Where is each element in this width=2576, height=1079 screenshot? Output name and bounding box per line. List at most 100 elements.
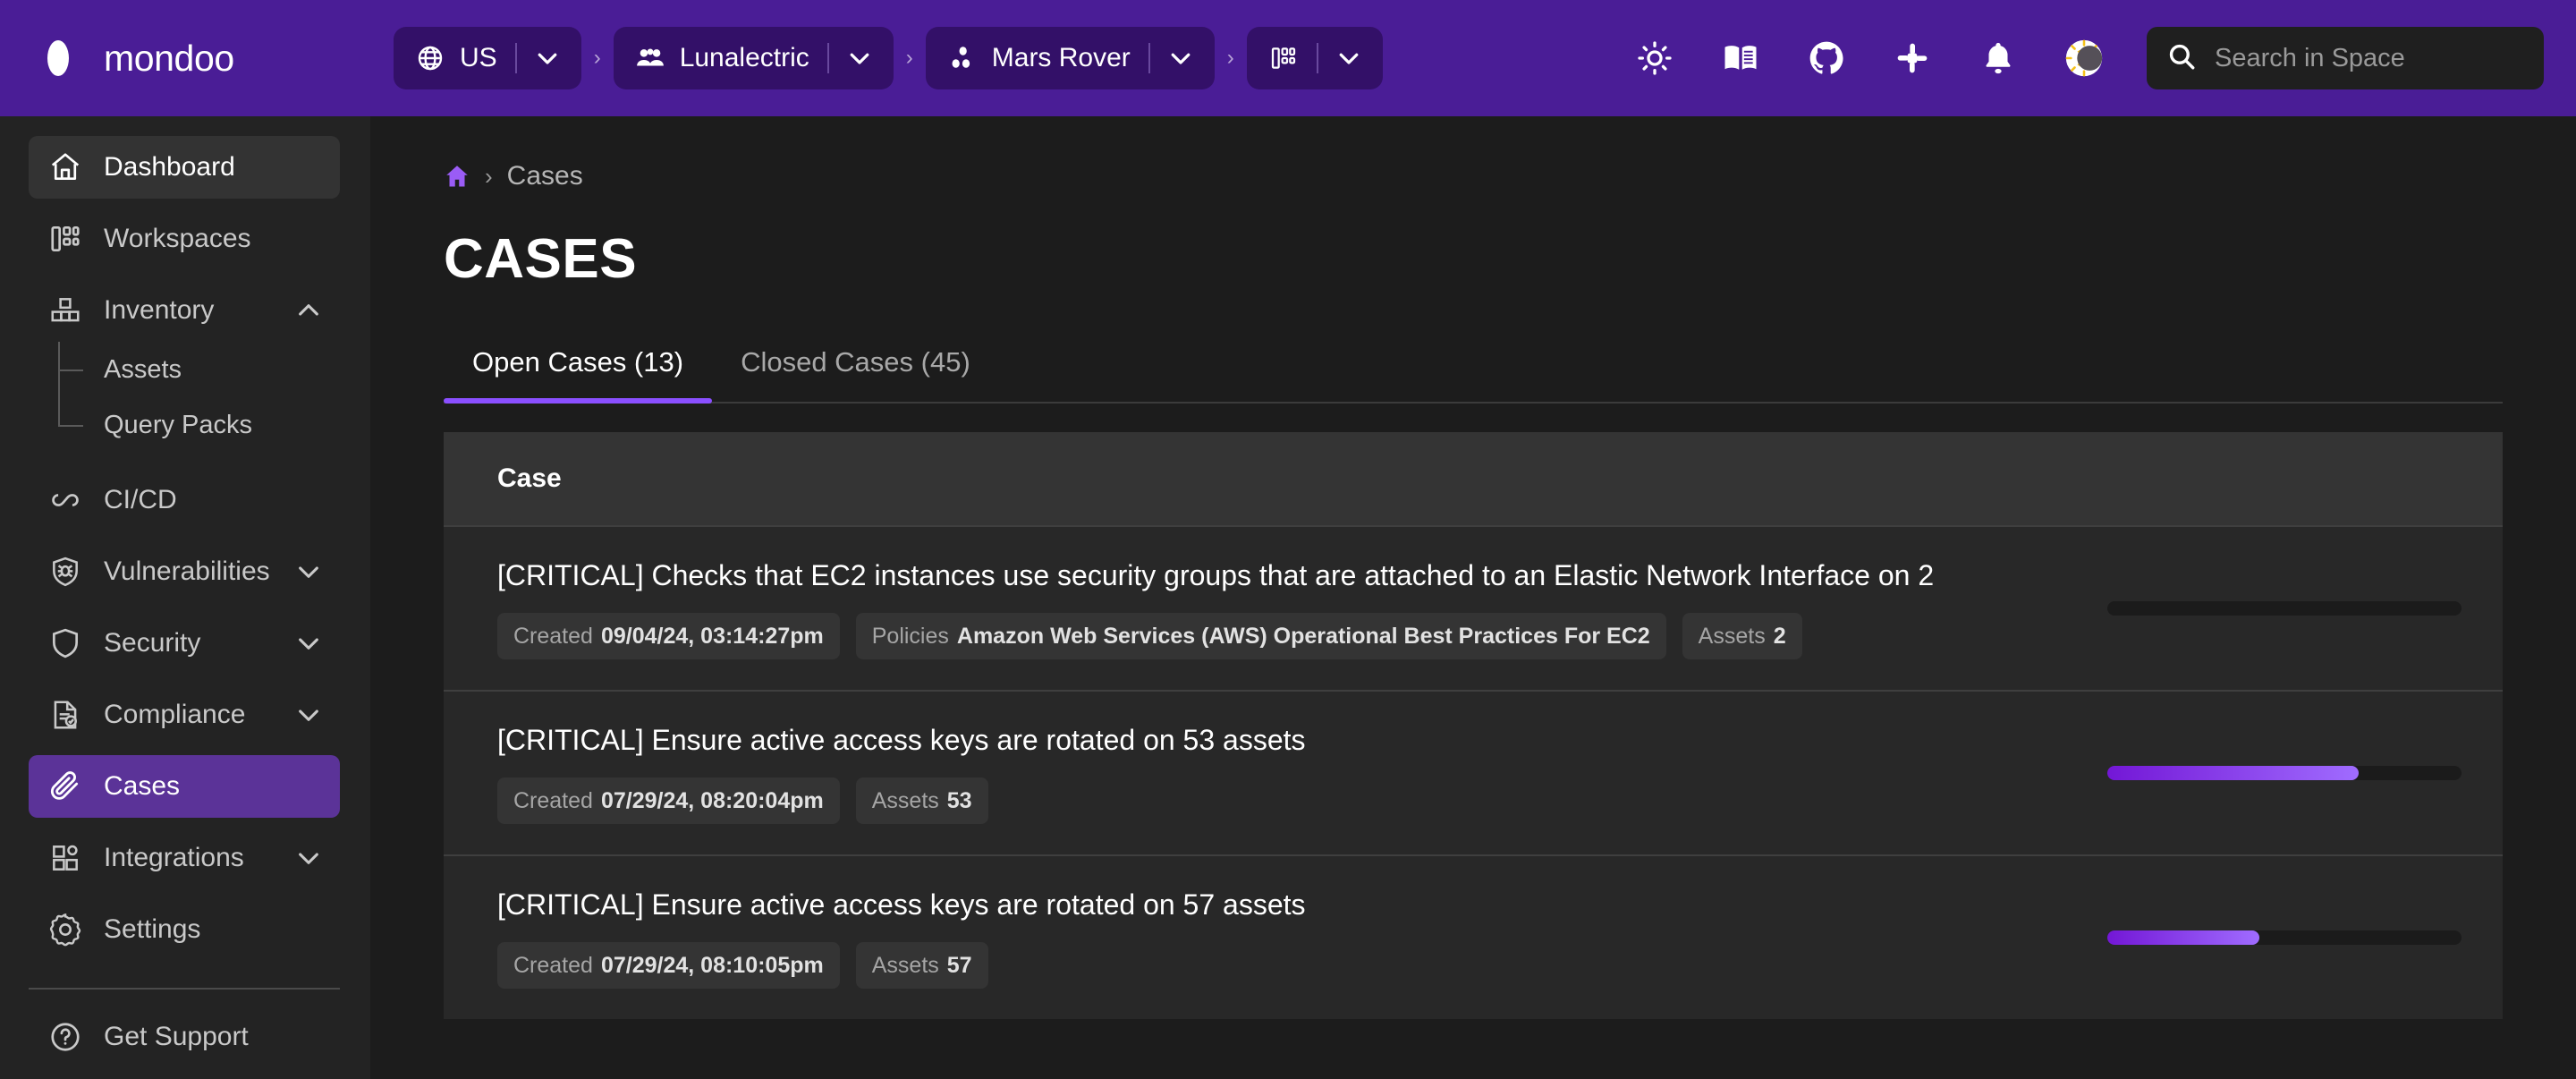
- sidebar-item-label: Cases: [104, 771, 181, 801]
- sidebar-item-assets[interactable]: Assets: [0, 342, 370, 397]
- table-row[interactable]: [CRITICAL] Checks that EC2 instances use…: [444, 525, 2503, 690]
- topbar-action-icons: [1635, 38, 2104, 78]
- sidebar-item-workspaces[interactable]: Workspaces: [29, 208, 340, 270]
- tab-closed-cases[interactable]: Closed Cases (45): [712, 346, 999, 402]
- chevron-down-icon[interactable]: [293, 843, 324, 873]
- table-row[interactable]: [CRITICAL] Ensure active access keys are…: [444, 854, 2503, 1019]
- tab-open-cases[interactable]: Open Cases (13): [444, 346, 713, 404]
- sidebar-item-security[interactable]: Security: [29, 612, 340, 675]
- globe-icon: [415, 43, 445, 73]
- sidebar-item-cases[interactable]: Cases: [29, 755, 340, 818]
- chip-key: Created: [513, 952, 593, 978]
- status-badge: Assets 2: [1682, 613, 1802, 659]
- sidebar-item-query-packs[interactable]: Query Packs: [0, 397, 370, 453]
- case-summary: [CRITICAL] Ensure active access keys are…: [497, 722, 2072, 824]
- top-navigation-bar: mondoo US › Lunalectric › Mars Rover › S…: [0, 0, 2576, 116]
- mondoo-logo-icon: [25, 38, 91, 78]
- sidebar-item-label: Inventory: [104, 295, 215, 325]
- inventory-blocks-icon: [47, 292, 84, 329]
- status-badge: Created 09/04/24, 03:14:27pm: [497, 613, 840, 659]
- column-header-case: Case: [497, 463, 562, 493]
- document-check-icon: [47, 696, 84, 734]
- case-metadata-chips: Created 07/29/24, 08:20:04pm Assets 53: [497, 777, 2072, 824]
- documentation-book-icon[interactable]: [1721, 38, 1760, 78]
- chip-value: 2: [1773, 623, 1786, 649]
- sidebar-item-compliance[interactable]: Compliance: [29, 684, 340, 746]
- help-circle-icon: [47, 1018, 84, 1056]
- case-metadata-chips: Created 09/04/24, 03:14:27pm Policies Am…: [497, 613, 2072, 659]
- case-title[interactable]: [CRITICAL] Ensure active access keys are…: [497, 722, 2072, 758]
- sidebar-item-settings[interactable]: Settings: [29, 898, 340, 961]
- case-metadata-chips: Created 07/29/24, 08:10:05pm Assets 57: [497, 942, 2072, 989]
- pill-divider: [826, 43, 829, 73]
- scope-pill-region-label: US: [460, 43, 497, 72]
- scope-pill-space-label: Mars Rover: [991, 43, 1131, 72]
- sidebar-item-label: Get Support: [104, 1022, 249, 1051]
- tree-line-branch: [58, 370, 83, 371]
- scope-pill-organization[interactable]: Lunalectric: [613, 27, 894, 89]
- scope-separator-1: ›: [593, 46, 601, 70]
- infinity-loop-icon: [47, 481, 84, 519]
- sidebar-subitem-label: Query Packs: [104, 410, 252, 439]
- case-summary: [CRITICAL] Ensure active access keys are…: [497, 887, 2072, 989]
- scope-pill-organization-label: Lunalectric: [679, 43, 809, 72]
- scope-pill-space[interactable]: Mars Rover: [925, 27, 1215, 89]
- status-badge: Created 07/29/24, 08:10:05pm: [497, 942, 840, 989]
- sidebar-item-cicd[interactable]: CI/CD: [29, 469, 340, 531]
- tree-line-branch: [58, 425, 83, 427]
- sidebar-item-inventory[interactable]: Inventory: [29, 279, 340, 342]
- breadcrumb-current[interactable]: Cases: [507, 161, 583, 191]
- github-icon[interactable]: [1807, 38, 1846, 78]
- chevron-down-icon[interactable]: [843, 42, 876, 74]
- search-icon: [2166, 41, 2197, 76]
- sidebar-subnav-inventory: Assets Query Packs: [0, 342, 370, 453]
- chevron-down-icon[interactable]: [293, 556, 324, 587]
- chevron-up-icon[interactable]: [293, 295, 324, 326]
- theme-toggle-sun-moon-icon[interactable]: [2064, 38, 2104, 78]
- progress-track: [2107, 930, 2462, 945]
- sun-brightness-icon[interactable]: [1635, 38, 1674, 78]
- chevron-down-icon[interactable]: [1165, 42, 1197, 74]
- chevron-down-icon[interactable]: [531, 42, 564, 74]
- case-tabs: Open Cases (13) Closed Cases (45): [444, 346, 2503, 404]
- sidebar-item-label: Vulnerabilities: [104, 556, 270, 586]
- home-filled-icon[interactable]: [444, 163, 470, 190]
- brand-name: mondoo: [104, 37, 234, 79]
- chevron-down-icon[interactable]: [293, 700, 324, 730]
- brand-logo-zone[interactable]: mondoo: [0, 0, 370, 116]
- sidebar-item-get-support[interactable]: Get Support: [29, 1006, 340, 1068]
- scope-pill-region[interactable]: US: [394, 27, 581, 89]
- sidebar-item-dashboard[interactable]: Dashboard: [29, 136, 340, 199]
- pill-divider: [1148, 43, 1150, 73]
- page-title: CASES: [444, 228, 638, 290]
- chip-value: 53: [946, 787, 972, 813]
- pill-divider: [514, 43, 517, 73]
- notifications-bell-icon[interactable]: [1979, 38, 2018, 78]
- sidebar-item-label: Settings: [104, 914, 201, 944]
- table-row[interactable]: [CRITICAL] Ensure active access keys are…: [444, 690, 2503, 854]
- main-content: › Cases CASES Open Cases (13) Closed Cas…: [370, 116, 2576, 1079]
- sidebar-item-vulnerabilities[interactable]: Vulnerabilities: [29, 540, 340, 603]
- scope-pill-workspace[interactable]: [1246, 27, 1383, 89]
- workspaces-grid-icon: [1268, 43, 1299, 73]
- sidebar-item-label: Dashboard: [104, 152, 235, 182]
- slack-icon[interactable]: [1893, 38, 1932, 78]
- chevron-down-icon[interactable]: [293, 628, 324, 658]
- case-progress: [2107, 766, 2462, 780]
- chevron-down-icon[interactable]: [1333, 42, 1365, 74]
- pill-divider: [1316, 43, 1318, 73]
- sidebar-item-label: Security: [104, 628, 201, 658]
- sidebar-item-integrations[interactable]: Integrations: [29, 827, 340, 889]
- case-progress: [2107, 930, 2462, 945]
- progress-track: [2107, 601, 2462, 616]
- chip-value: 07/29/24, 08:20:04pm: [600, 787, 824, 813]
- sidebar-navigation: Dashboard Workspaces Inventory Assets Qu…: [0, 116, 370, 1079]
- case-title[interactable]: [CRITICAL] Checks that EC2 instances use…: [497, 557, 2072, 593]
- chip-key: Assets: [871, 787, 939, 813]
- scope-switcher-group: US › Lunalectric › Mars Rover ›: [394, 27, 1383, 89]
- search-input[interactable]: Search in Space: [2147, 27, 2544, 89]
- organization-people-icon: [635, 43, 665, 73]
- case-title[interactable]: [CRITICAL] Ensure active access keys are…: [497, 887, 2072, 922]
- chip-value: 09/04/24, 03:14:27pm: [600, 623, 824, 649]
- scope-separator-2: ›: [905, 46, 913, 70]
